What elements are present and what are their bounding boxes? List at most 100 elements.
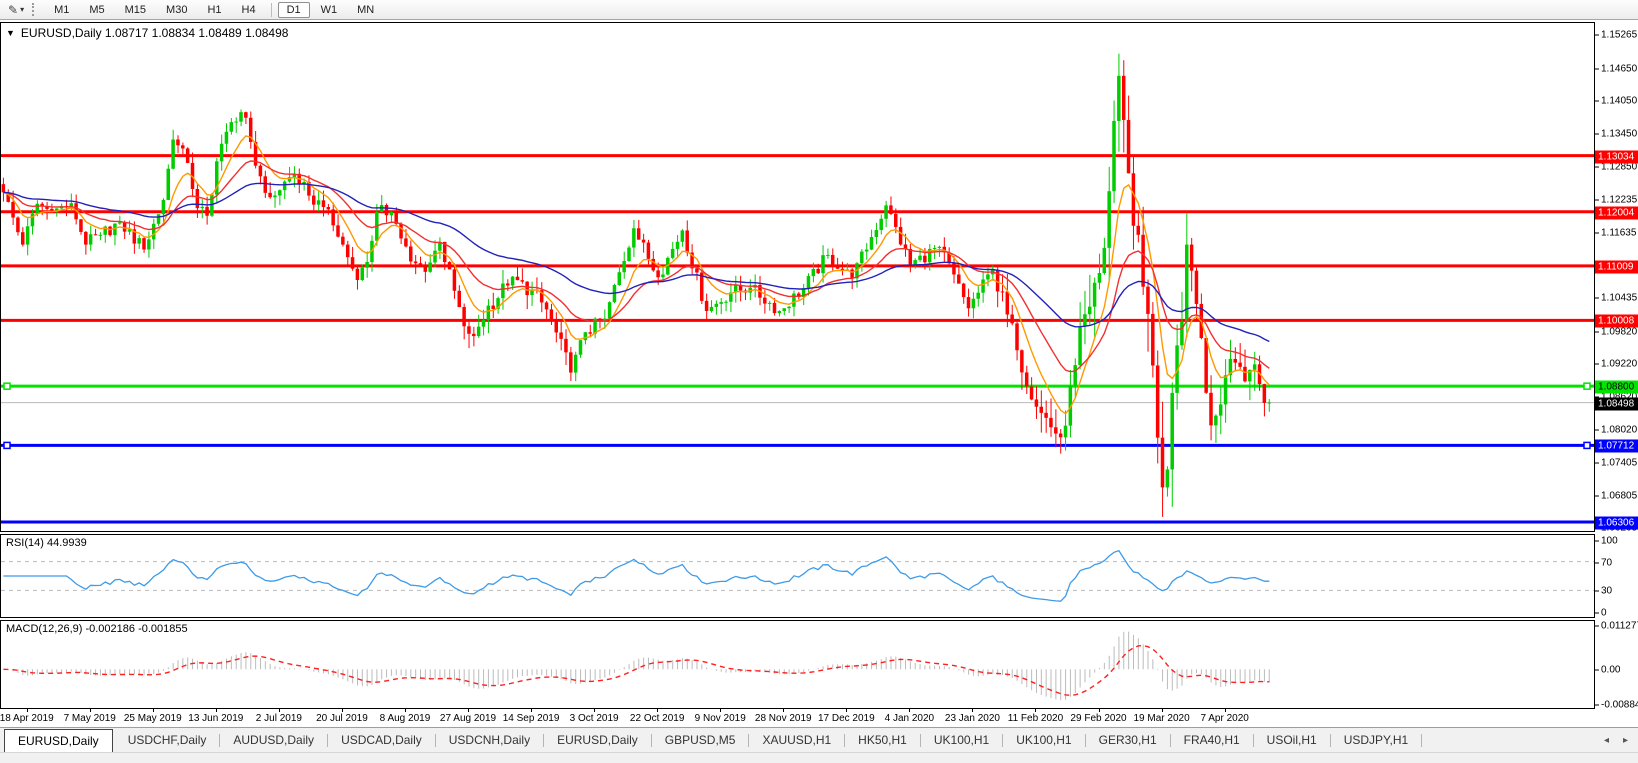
- timeframe-button-mn[interactable]: MN: [348, 2, 383, 18]
- chart-tab-audusd-daily[interactable]: AUDUSD,Daily: [220, 728, 327, 752]
- chart-tab-usdjpy-h1[interactable]: USDJPY,H1: [1331, 728, 1421, 752]
- level-price-label: 1.13034: [1595, 150, 1638, 164]
- status-bar: [0, 752, 1638, 763]
- line-handle[interactable]: [1583, 382, 1591, 390]
- level-price-label: 1.08800: [1595, 380, 1638, 394]
- macd-axis-tick: 0.011277: [1595, 621, 1638, 632]
- line-handle[interactable]: [1583, 441, 1591, 450]
- date-axis-label: 27 Aug 2019: [439, 713, 497, 724]
- date-axis-label: 13 Jun 2019: [188, 713, 244, 724]
- chart-tab-uk100-h1[interactable]: UK100,H1: [921, 728, 1002, 752]
- chart-tab-usdcad-daily[interactable]: USDCAD,Daily: [328, 728, 435, 752]
- rsi-line: [3, 549, 1270, 602]
- tab-scroll-left[interactable]: ◂: [1604, 735, 1609, 746]
- date-tick-mark: [972, 709, 974, 712]
- level-price-label: 1.11009: [1595, 260, 1638, 274]
- date-axis-label: 7 Apr 2020: [1200, 713, 1249, 724]
- price-axis-tick: 1.09220: [1595, 359, 1637, 370]
- price-axis-tick: 1.07405: [1595, 458, 1637, 469]
- pencil-icon: ✎: [8, 2, 19, 17]
- price-axis-tick: 1.12235: [1595, 195, 1637, 206]
- date-tick-mark: [531, 709, 533, 712]
- price-axis-tick: 1.13450: [1595, 128, 1637, 139]
- price-axis-tick: 1.15265: [1595, 30, 1637, 41]
- toolbar-grip[interactable]: [32, 3, 38, 16]
- fast-ma: [3, 135, 1270, 415]
- chart-tab-usoil-h1[interactable]: USOil,H1: [1254, 728, 1330, 752]
- date-axis-label: 3 Oct 2019: [569, 713, 619, 724]
- date-tick-mark: [1035, 709, 1037, 712]
- date-tick-mark: [1224, 709, 1226, 712]
- date-axis-label: 8 Aug 2019: [379, 713, 431, 724]
- date-tick-mark: [404, 709, 406, 712]
- chart-tab-usdcnh-daily[interactable]: USDCNH,Daily: [436, 728, 543, 752]
- date-tick-mark: [909, 709, 911, 712]
- rsi-canvas[interactable]: [1, 535, 1594, 617]
- timeframe-button-d1[interactable]: D1: [277, 1, 310, 18]
- chart-tab-uk100-h1[interactable]: UK100,H1: [1003, 728, 1084, 752]
- date-tick-mark: [657, 709, 659, 712]
- chart-tab-xauusd-h1[interactable]: XAUUSD,H1: [749, 728, 844, 752]
- rsi-panel[interactable]: RSI(14) 44.9939: [0, 534, 1595, 618]
- price-axis: 1.15265 1.14650 1.14050 1.13450 1.12850 1.122…: [1595, 20, 1638, 727]
- timeframe-button-h1[interactable]: H1: [198, 2, 230, 18]
- price-axis-tick: 1.11635: [1595, 227, 1636, 238]
- date-axis-label: 2 Jul 2019: [255, 713, 302, 724]
- price-axis-tick: 1.14650: [1595, 63, 1637, 74]
- timeframe-button-m5[interactable]: M5: [80, 2, 113, 18]
- date-tick-mark: [1161, 709, 1163, 712]
- level-price-label: 1.07712: [1595, 439, 1638, 453]
- macd-panel[interactable]: MACD(12,26,9) -0.002186 -0.001855: [0, 620, 1595, 709]
- timeframe-button-m1[interactable]: M1: [45, 2, 78, 18]
- chart-tab-eurusd-daily[interactable]: EURUSD,Daily: [4, 729, 113, 752]
- date-axis-label: 4 Jan 2020: [884, 713, 935, 724]
- chart-tab-gbpusd-m5[interactable]: GBPUSD,M5: [652, 728, 749, 752]
- price-axis-tick: 1.08020: [1595, 424, 1637, 435]
- line-handle[interactable]: [3, 382, 11, 390]
- date-tick-mark: [783, 709, 785, 712]
- date-axis-label: 19 Mar 2020: [1133, 713, 1190, 724]
- timeframe-button-w1[interactable]: W1: [312, 2, 347, 18]
- tab-scroll-right[interactable]: ▸: [1623, 735, 1628, 746]
- price-chart-panel[interactable]: ▼ EURUSD,Daily 1.08717 1.08834 1.08489 1…: [0, 22, 1595, 532]
- line-handle[interactable]: [3, 441, 11, 450]
- timeframe-button-m15[interactable]: M15: [116, 2, 155, 18]
- date-tick-mark: [152, 709, 154, 712]
- date-axis-label: 28 Nov 2019: [754, 713, 812, 724]
- timeframe-button-h4[interactable]: H4: [233, 2, 265, 18]
- level-price-label: 1.06306: [1595, 516, 1638, 530]
- level-price-label: 1.08498: [1595, 397, 1638, 411]
- price-axis-tick: 1.14050: [1595, 96, 1637, 107]
- macd-axis-tick: 0.00: [1595, 665, 1620, 676]
- date-axis-label: 23 Jan 2020: [944, 713, 1000, 724]
- date-axis-label: 25 May 2019: [123, 713, 182, 724]
- date-tick-mark: [846, 709, 848, 712]
- chevron-down-icon: ▾: [20, 5, 25, 14]
- timeframe-button-m30[interactable]: M30: [157, 2, 196, 18]
- rsi-axis-tick: 100: [1595, 536, 1618, 547]
- draw-tool-button[interactable]: ✎ ▾: [4, 3, 28, 17]
- date-axis-label: 29 Feb 2020: [1070, 713, 1127, 724]
- price-axis-tick: 1.06805: [1595, 490, 1637, 501]
- date-axis-label: 17 Dec 2019: [817, 713, 875, 724]
- date-axis-label: 9 Nov 2019: [694, 713, 746, 724]
- date-tick-mark: [215, 709, 217, 712]
- date-axis-label: 14 Sep 2019: [502, 713, 560, 724]
- date-axis-label: 22 Oct 2019: [629, 713, 685, 724]
- date-axis-label: 7 May 2019: [63, 713, 116, 724]
- chart-tab-ger30-h1[interactable]: GER30,H1: [1086, 728, 1170, 752]
- date-tick-mark: [278, 709, 280, 712]
- chart-tab-hk50-h1[interactable]: HK50,H1: [845, 728, 920, 752]
- chart-tab-eurusd-daily[interactable]: EURUSD,Daily: [544, 728, 651, 752]
- chart-tab-usdchf-daily[interactable]: USDCHF,Daily: [115, 728, 220, 752]
- chart-tab-fra40-h1[interactable]: FRA40,H1: [1171, 728, 1253, 752]
- macd-canvas[interactable]: [1, 621, 1594, 708]
- rsi-axis-tick: 70: [1595, 557, 1612, 568]
- date-axis-label: 11 Feb 2020: [1007, 713, 1064, 724]
- level-price-label: 1.10008: [1595, 314, 1638, 328]
- price-chart-canvas[interactable]: [1, 23, 1594, 531]
- macd-signal-line: [3, 644, 1270, 697]
- date-tick-mark: [468, 709, 470, 712]
- date-tick-mark: [594, 709, 596, 712]
- date-tick-mark: [341, 709, 343, 712]
